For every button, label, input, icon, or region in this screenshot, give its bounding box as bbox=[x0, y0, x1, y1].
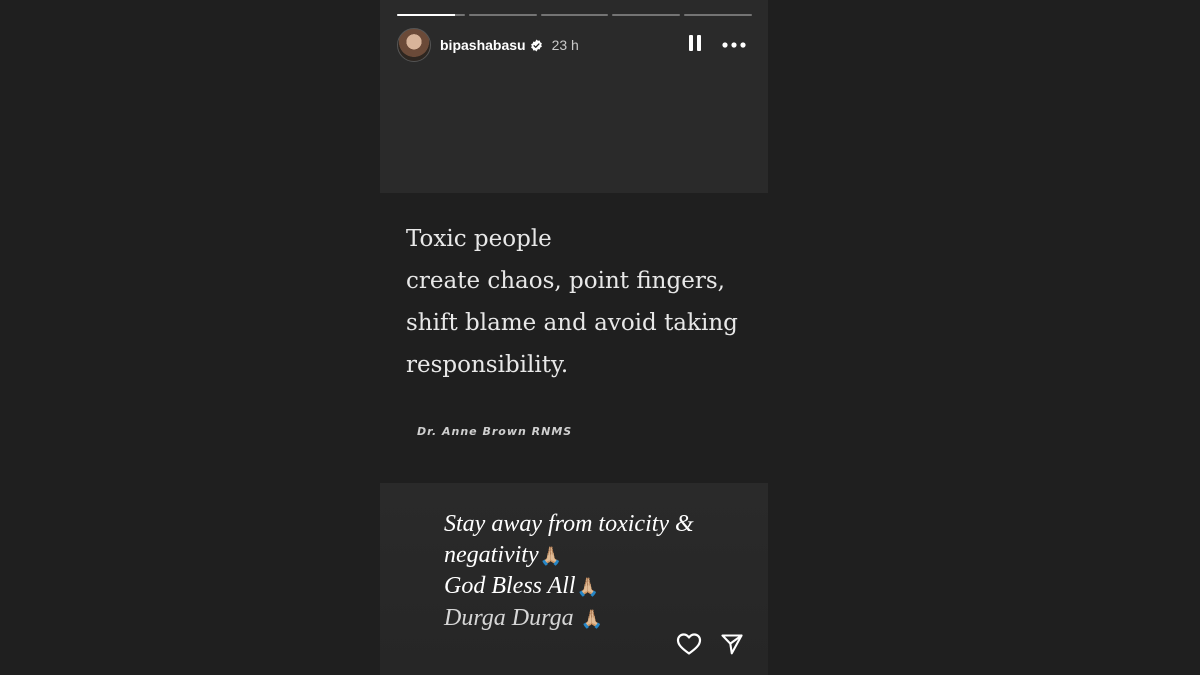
story-progress-bar bbox=[397, 14, 752, 16]
header-controls bbox=[688, 34, 746, 57]
verified-badge-icon bbox=[530, 39, 543, 52]
quote-text: Toxic people create chaos, point fingers… bbox=[406, 218, 761, 386]
caption-text: Durga Durga bbox=[444, 604, 580, 631]
heart-icon[interactable] bbox=[676, 632, 702, 656]
avatar[interactable] bbox=[397, 28, 431, 62]
praying-hands-icon: 🙏🏼 bbox=[580, 608, 603, 629]
progress-fill bbox=[397, 14, 455, 16]
caption-text: God Bless All bbox=[444, 573, 576, 599]
story-card[interactable]: bipashabasu 23 h Toxic people create cha… bbox=[380, 0, 768, 675]
praying-hands-icon: 🙏🏼 bbox=[539, 545, 563, 566]
quote-line: shift blame and avoid taking bbox=[406, 310, 738, 336]
quote-line: responsibility. bbox=[406, 352, 569, 378]
username[interactable]: bipashabasu bbox=[440, 37, 526, 53]
progress-segment bbox=[684, 14, 752, 16]
caption-line: negativity🙏🏼 bbox=[444, 540, 694, 572]
story-header: bipashabasu 23 h bbox=[397, 28, 752, 62]
caption-text: Stay away from toxicity & bbox=[444, 511, 694, 537]
more-options-icon[interactable] bbox=[722, 36, 746, 54]
pause-icon[interactable] bbox=[688, 34, 702, 57]
caption-line: Stay away from toxicity & bbox=[444, 509, 694, 540]
caption-line: Durga Durga 🙏🏼 bbox=[444, 603, 694, 635]
story-caption: Stay away from toxicity & negativity🙏🏼 G… bbox=[444, 509, 694, 634]
quote-author: Dr. Anne Brown RNMS bbox=[417, 425, 573, 438]
progress-segment bbox=[612, 14, 681, 16]
quote-line: create chaos, point fingers, bbox=[406, 268, 725, 294]
progress-segment bbox=[540, 14, 609, 16]
send-icon[interactable] bbox=[720, 632, 744, 656]
caption-line: God Bless All🙏🏼 bbox=[444, 571, 694, 603]
caption-text: negativity bbox=[444, 541, 539, 568]
timestamp: 23 h bbox=[551, 37, 579, 53]
praying-hands-icon: 🙏🏼 bbox=[576, 577, 599, 597]
progress-segment bbox=[397, 14, 465, 16]
quote-line: Toxic people bbox=[406, 226, 552, 252]
viewer-backdrop: bipashabasu 23 h Toxic people create cha… bbox=[0, 0, 1200, 675]
progress-segment bbox=[468, 14, 537, 16]
story-actions bbox=[676, 632, 744, 656]
